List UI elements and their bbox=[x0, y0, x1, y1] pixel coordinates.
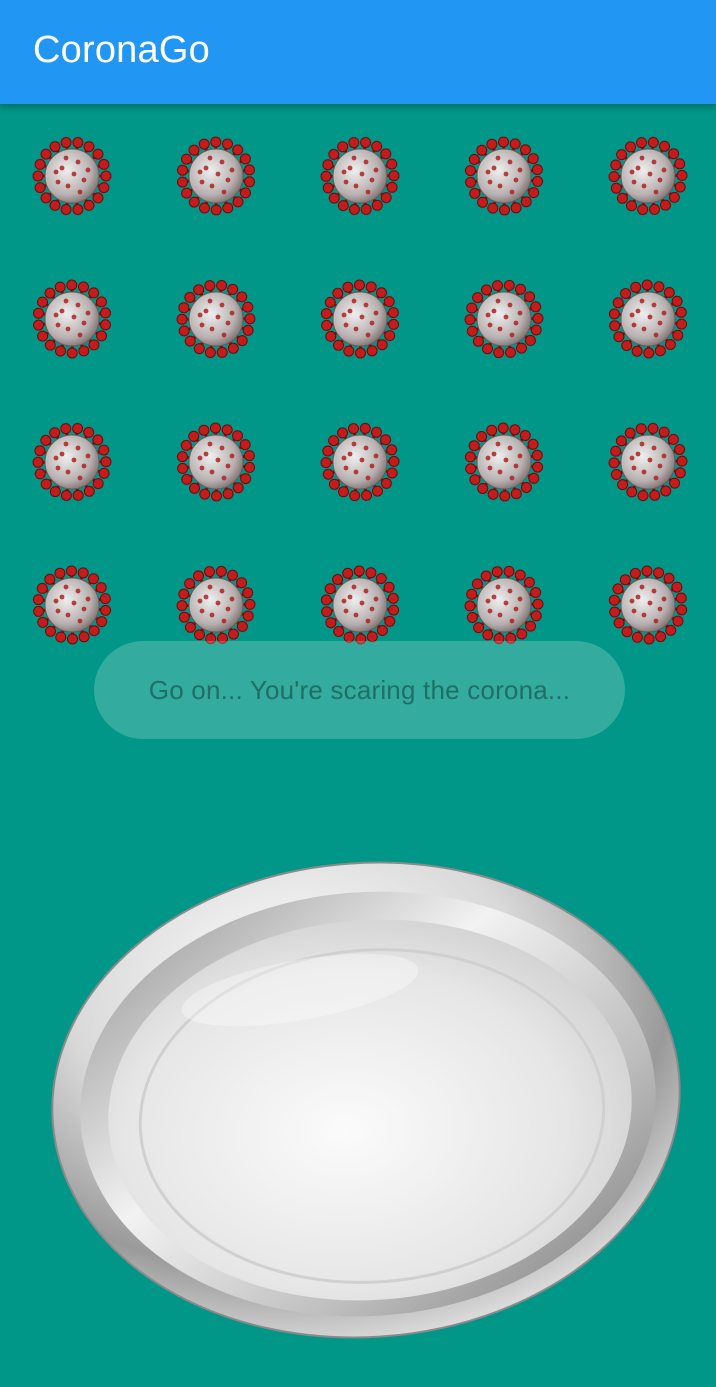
coronavirus-icon bbox=[608, 279, 688, 359]
coronavirus-icon bbox=[32, 565, 112, 645]
coronavirus-icon bbox=[464, 422, 544, 502]
coronavirus-icon bbox=[464, 565, 544, 645]
coronavirus-icon bbox=[176, 422, 256, 502]
app-title: CoronaGo bbox=[33, 29, 210, 71]
toast-text: Go on... You're scaring the corona... bbox=[148, 674, 571, 705]
coronavirus-icon bbox=[464, 136, 544, 216]
coronavirus-icon bbox=[608, 136, 688, 216]
app-bar: CoronaGo bbox=[0, 0, 716, 104]
virus-grid bbox=[0, 104, 716, 664]
coronavirus-icon bbox=[464, 279, 544, 359]
coronavirus-icon bbox=[176, 280, 256, 358]
steel-plate-icon[interactable] bbox=[50, 860, 682, 1340]
coronavirus-icon bbox=[320, 137, 400, 215]
coronavirus-icon bbox=[32, 423, 112, 501]
coronavirus-icon bbox=[320, 422, 400, 502]
toast-message: Go on... You're scaring the corona... bbox=[94, 641, 625, 739]
coronavirus-icon bbox=[608, 565, 688, 645]
coronavirus-icon bbox=[176, 565, 256, 645]
coronavirus-icon bbox=[320, 279, 400, 359]
coronavirus-icon bbox=[608, 422, 688, 502]
coronavirus-icon bbox=[320, 565, 400, 645]
coronavirus-icon bbox=[33, 279, 111, 359]
coronavirus-icon bbox=[32, 137, 112, 215]
coronavirus-icon bbox=[177, 136, 255, 216]
